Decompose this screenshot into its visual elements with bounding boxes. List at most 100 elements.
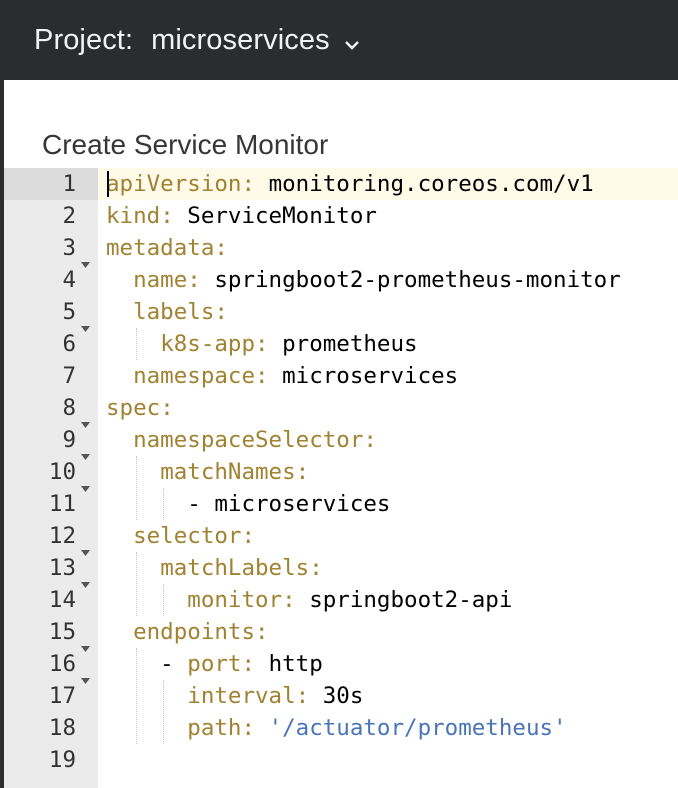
yaml-key: labels (133, 299, 215, 325)
code-line[interactable]: 18 path: '/actuator/prometheus' (4, 712, 678, 744)
yaml-key: name (133, 267, 188, 293)
line-number-cell: 19 (4, 744, 98, 776)
line-number-cell: 10 (4, 456, 98, 492)
code-line[interactable]: 15 endpoints: (4, 616, 678, 652)
fold-toggle-icon[interactable] (81, 309, 90, 332)
line-number-cell: 9 (4, 424, 98, 460)
masthead: Project: microservices (0, 0, 678, 80)
code-text: path: '/actuator/prometheus' (98, 712, 678, 744)
code-line[interactable]: 13 matchLabels: (4, 552, 678, 588)
code-line[interactable]: 3 metadata: (4, 232, 678, 268)
yaml-code-editor[interactable]: 1 apiVersion: monitoring.coreos.com/v1 2 ki… (4, 168, 678, 788)
yaml-value: - microservices (187, 491, 391, 517)
code-text: matchLabels: (98, 552, 678, 584)
line-number-cell: 4 (4, 264, 98, 296)
yaml-key: kind (106, 203, 161, 229)
yaml-key: spec (106, 395, 161, 421)
line-number: 17 (48, 683, 76, 709)
line-number-cell: 5 (4, 296, 98, 332)
indent-guide (163, 488, 165, 520)
fold-toggle-icon[interactable] (81, 661, 90, 684)
fold-toggle-icon[interactable] (81, 405, 90, 428)
yaml-colon: : (282, 587, 296, 613)
code-text: name: springboot2-prometheus-monitor (98, 264, 678, 296)
project-name: microservices (151, 23, 330, 56)
code-line[interactable]: 7 namespace: microservices (4, 360, 678, 392)
yaml-key: selector (133, 523, 242, 549)
code-text: selector: (98, 520, 678, 552)
code-text: namespace: microservices (98, 360, 678, 392)
code-text: - port: http (98, 648, 678, 680)
yaml-colon: : (255, 619, 269, 645)
code-line[interactable]: 5 labels: (4, 296, 678, 332)
fold-toggle-icon[interactable] (81, 565, 90, 588)
line-number-cell: 7 (4, 360, 98, 392)
yaml-string-value: '/actuator/prometheus' (268, 715, 567, 741)
code-line[interactable]: 8 spec: (4, 392, 678, 428)
fold-toggle-icon[interactable] (81, 533, 90, 556)
yaml-colon: : (241, 651, 256, 677)
code-line[interactable]: 2 kind: ServiceMonitor (4, 200, 678, 232)
line-number-cell: 18 (4, 712, 98, 744)
yaml-key: namespaceSelector (133, 427, 364, 453)
code-text: metadata: (98, 232, 678, 264)
fold-toggle-icon[interactable] (81, 437, 90, 460)
code-line[interactable]: 4 name: springboot2-prometheus-monitor (4, 264, 678, 296)
yaml-colon: : (255, 363, 269, 389)
yaml-key: monitor (187, 587, 283, 613)
yaml-colon: : (160, 395, 174, 421)
yaml-value: springboot2-api (309, 587, 513, 613)
code-line[interactable]: 12 selector: (4, 520, 678, 556)
fold-toggle-icon[interactable] (81, 469, 90, 492)
fold-toggle-icon[interactable] (81, 629, 90, 652)
code-text: spec: (98, 392, 678, 424)
yaml-colon: : (295, 683, 310, 709)
code-line[interactable]: 6 k8s-app: prometheus (4, 328, 678, 360)
yaml-value: monitoring.coreos.com/v1 (268, 171, 594, 197)
code-line[interactable]: 11 - microservices (4, 488, 678, 520)
yaml-colon: : (241, 523, 256, 549)
yaml-colon: : (363, 427, 377, 453)
yaml-key: endpoints (133, 619, 256, 645)
code-text: labels: (98, 296, 678, 328)
code-line[interactable]: 14 monitor: springboot2-api (4, 584, 678, 616)
line-number: 14 (48, 587, 76, 613)
line-number-cell: 16 (4, 648, 98, 684)
line-number: 13 (48, 555, 76, 581)
line-number: 12 (48, 523, 76, 549)
line-number-cell: 17 (4, 680, 98, 712)
yaml-key: interval (187, 683, 296, 709)
line-number: 5 (62, 299, 76, 325)
fold-toggle-icon[interactable] (81, 245, 90, 268)
indent: - (106, 651, 188, 677)
code-line[interactable]: 1 apiVersion: monitoring.coreos.com/v1 (4, 168, 678, 200)
line-number: 2 (62, 203, 76, 229)
code-line[interactable]: 16 - port: http (4, 648, 678, 684)
yaml-colon: : (241, 715, 256, 741)
yaml-value: microservices (282, 363, 459, 389)
code-line[interactable]: 10 matchNames: (4, 456, 678, 492)
yaml-colon: : (255, 331, 269, 357)
yaml-colon: : (241, 171, 256, 197)
code-line[interactable]: 19 (4, 744, 678, 776)
code-text: kind: ServiceMonitor (98, 200, 678, 232)
indent-guide (136, 552, 138, 616)
project-switcher[interactable]: Project: microservices (34, 24, 360, 57)
yaml-value: ServiceMonitor (187, 203, 377, 229)
code-line[interactable]: 9 namespaceSelector: (4, 424, 678, 460)
line-number-cell: 1 (4, 168, 98, 200)
indent-guide (163, 584, 165, 616)
code-line[interactable]: 17 interval: 30s (4, 680, 678, 712)
line-number: 8 (62, 395, 76, 421)
yaml-key: k8s-app (160, 331, 256, 357)
yaml-colon: : (160, 203, 174, 229)
line-number-cell: 11 (4, 488, 98, 520)
yaml-colon: : (214, 299, 228, 325)
code-text: interval: 30s (98, 680, 678, 712)
